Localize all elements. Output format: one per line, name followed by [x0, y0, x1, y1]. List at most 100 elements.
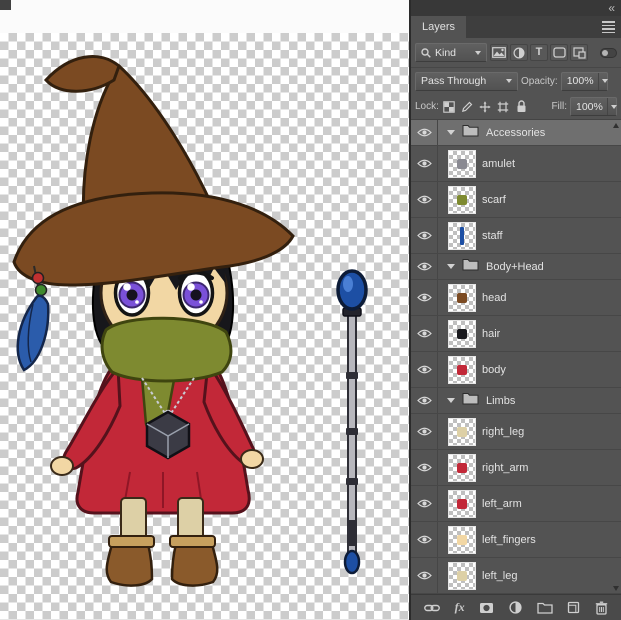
layer-name[interactable]: staff — [482, 230, 503, 242]
type-layers-icon[interactable]: T — [530, 44, 548, 61]
layer-name[interactable]: left_arm — [482, 498, 522, 510]
visibility-eye-icon[interactable] — [411, 352, 438, 387]
expand-chevron-icon[interactable] — [447, 264, 455, 269]
layer-filter-toggle[interactable] — [600, 48, 617, 58]
layer-thumbnail[interactable] — [449, 223, 475, 249]
row-content: staff — [438, 218, 621, 253]
scroll-up-arrow[interactable] — [613, 123, 619, 128]
new-adjustment-layer-icon[interactable] — [509, 601, 522, 614]
row-content: hair — [438, 316, 621, 351]
visibility-eye-icon[interactable] — [411, 182, 438, 217]
visibility-eye-icon[interactable] — [411, 120, 438, 145]
row-content: body — [438, 352, 621, 387]
layer-name[interactable]: hair — [482, 328, 500, 340]
layer-thumbnail[interactable] — [449, 419, 475, 445]
delete-layer-icon[interactable] — [595, 601, 608, 615]
canvas-area[interactable] — [0, 0, 409, 620]
expand-chevron-icon[interactable] — [447, 130, 455, 135]
layer-thumbnail[interactable] — [449, 491, 475, 517]
new-group-icon[interactable] — [537, 602, 553, 614]
layer-row-left_arm[interactable]: left_arm — [411, 486, 621, 522]
smart-objects-icon[interactable] — [570, 44, 588, 61]
visibility-eye-icon[interactable] — [411, 486, 438, 521]
visibility-eye-icon[interactable] — [411, 414, 438, 449]
lock-image-pixels-icon[interactable] — [460, 99, 475, 114]
fill-select[interactable]: 100% — [570, 97, 617, 116]
layer-thumbnail[interactable] — [449, 285, 475, 311]
layer-name[interactable]: head — [482, 292, 506, 304]
layer-name[interactable]: right_leg — [482, 426, 524, 438]
layer-row-scarf[interactable]: scarf — [411, 182, 621, 218]
visibility-eye-icon[interactable] — [411, 450, 438, 485]
shape-layers-icon[interactable] — [550, 44, 568, 61]
lock-transparent-pixels-icon[interactable] — [442, 99, 457, 114]
layer-list-scrollbar[interactable] — [611, 123, 620, 591]
layer-thumbnail[interactable] — [449, 187, 475, 213]
kind-filter-select[interactable]: Kind — [415, 43, 487, 62]
opacity-select[interactable]: 100% — [561, 72, 608, 91]
layer-thumbnail[interactable] — [449, 563, 475, 589]
tab-layers[interactable]: Layers — [411, 16, 466, 38]
chevron-down-icon — [598, 73, 608, 90]
blend-mode-row: Pass Through Opacity: 100% — [411, 68, 621, 94]
layer-row-right_arm[interactable]: right_arm — [411, 450, 621, 486]
group-row-Body+Head[interactable]: Body+Head — [411, 254, 621, 280]
layer-row-left_leg[interactable]: left_leg — [411, 558, 621, 594]
folder-icon — [462, 258, 479, 276]
layer-name[interactable]: right_arm — [482, 462, 528, 474]
layer-name[interactable]: body — [482, 364, 506, 376]
expand-chevron-icon[interactable] — [447, 398, 455, 403]
layer-row-right_leg[interactable]: right_leg — [411, 414, 621, 450]
visibility-eye-icon[interactable] — [411, 146, 438, 181]
visibility-eye-icon[interactable] — [411, 316, 438, 351]
layer-thumbnail[interactable] — [449, 527, 475, 553]
right-eye — [180, 271, 213, 315]
layer-style-icon[interactable]: fx — [455, 600, 465, 615]
visibility-eye-icon[interactable] — [411, 388, 438, 413]
layer-name[interactable]: Accessories — [486, 127, 545, 139]
new-layer-icon[interactable] — [567, 601, 580, 614]
add-layer-mask-icon[interactable] — [479, 602, 494, 614]
layer-thumbnail[interactable] — [449, 357, 475, 383]
layer-name[interactable]: left_leg — [482, 570, 517, 582]
panel-menu-icon[interactable] — [602, 21, 615, 33]
visibility-eye-icon[interactable] — [411, 280, 438, 315]
character-drawing — [14, 57, 293, 586]
layer-name[interactable]: left_fingers — [482, 534, 536, 546]
group-row-Accessories[interactable]: Accessories — [411, 120, 621, 146]
lock-all-icon[interactable] — [514, 99, 529, 114]
collapse-panel-icon[interactable]: « — [608, 3, 614, 13]
row-content: Body+Head — [438, 254, 621, 279]
pixel-layers-icon[interactable] — [490, 44, 508, 61]
layer-name[interactable]: scarf — [482, 194, 506, 206]
visibility-eye-icon[interactable] — [411, 558, 438, 593]
lock-position-icon[interactable] — [478, 99, 493, 114]
lock-artboard-icon[interactable] — [496, 99, 511, 114]
layer-thumbnail[interactable] — [449, 321, 475, 347]
layer-name[interactable]: Body+Head — [486, 261, 544, 273]
group-row-Limbs[interactable]: Limbs — [411, 388, 621, 414]
layer-thumbnail[interactable] — [449, 455, 475, 481]
layer-name[interactable]: Limbs — [486, 395, 515, 407]
layer-row-body[interactable]: body — [411, 352, 621, 388]
visibility-eye-icon[interactable] — [411, 522, 438, 557]
search-icon — [421, 48, 431, 58]
blend-mode-value: Pass Through — [421, 75, 486, 87]
row-content: amulet — [438, 146, 621, 181]
row-content: left_fingers — [438, 522, 621, 557]
chevron-down-icon — [607, 98, 617, 115]
visibility-eye-icon[interactable] — [411, 218, 438, 253]
link-layers-icon[interactable] — [424, 603, 440, 613]
layer-row-head[interactable]: head — [411, 280, 621, 316]
layer-row-left_fingers[interactable]: left_fingers — [411, 522, 621, 558]
layer-name[interactable]: amulet — [482, 158, 515, 170]
blend-mode-select[interactable]: Pass Through — [415, 72, 518, 91]
layer-row-hair[interactable]: hair — [411, 316, 621, 352]
visibility-eye-icon[interactable] — [411, 254, 438, 279]
scroll-down-arrow[interactable] — [613, 586, 619, 591]
layer-row-staff[interactable]: staff — [411, 218, 621, 254]
adjustment-layers-icon[interactable] — [510, 44, 528, 61]
layer-row-amulet[interactable]: amulet — [411, 146, 621, 182]
photoshop-window: « Layers Kind T Pass Through Opac — [0, 0, 621, 620]
layer-thumbnail[interactable] — [449, 151, 475, 177]
